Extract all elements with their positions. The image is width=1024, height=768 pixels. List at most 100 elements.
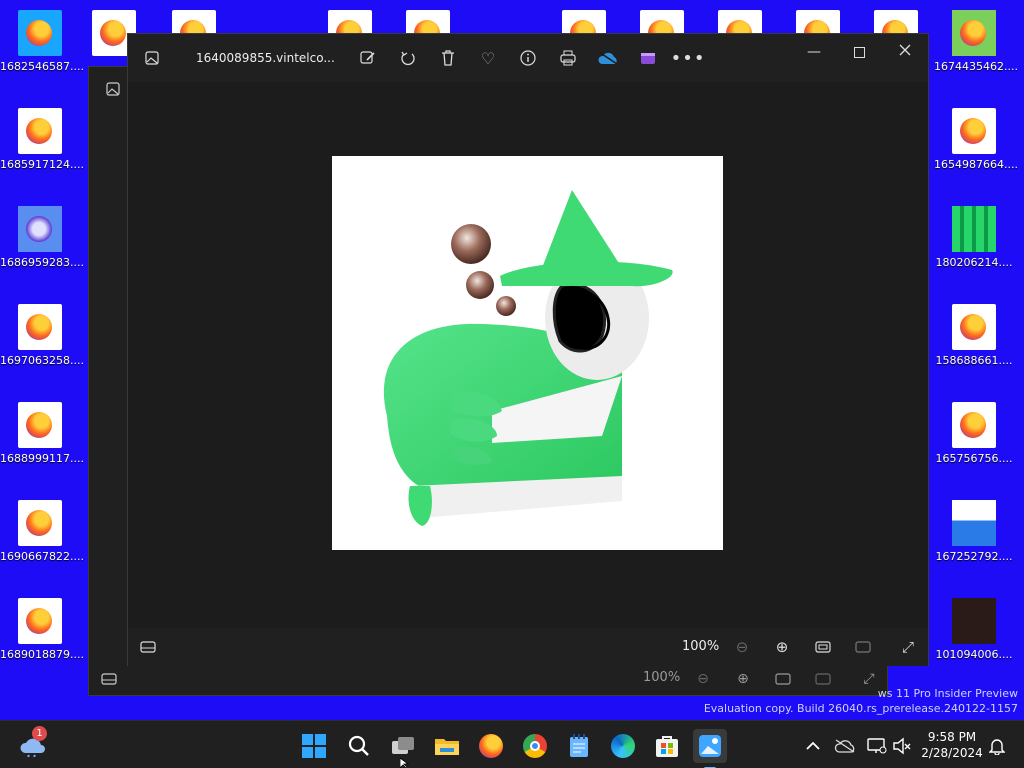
firefox-file-icon [18,402,62,448]
file-explorer-button[interactable] [430,729,464,763]
desktop-file-label: 1654987664.... [934,158,1018,171]
desktop-file-icon[interactable]: 1685917124.... [0,108,84,188]
evaluation-watermark: ws 11 Pro Insider Preview Evaluation cop… [704,686,1018,716]
desktop-file-icon[interactable]: 1654987664.... [934,108,1018,188]
edit-image-icon[interactable] [352,42,384,74]
zoom-level[interactable]: 100% [682,639,719,654]
search-button[interactable] [342,729,376,763]
file-name: 1640089855.vintelco... [196,51,335,65]
firefox-file-icon [18,304,62,350]
zoom-in-icon[interactable]: ⊕ [766,631,798,663]
firefox-file-icon [18,10,62,56]
desktop-file-label: 1697063258.... [0,354,84,367]
desktop-file-label: 165756756.... [935,452,1013,465]
title-bar[interactable]: 1640089855.vintelco... ♡ ••• — [128,34,928,82]
desktop-file-icon[interactable]: 1689018879.... [0,598,84,678]
desktop-file-label: 167252792.... [935,550,1013,563]
onedrive-tray-button[interactable] [828,729,862,763]
clock-time: 9:58 PM [927,730,977,744]
print-icon[interactable] [552,42,584,74]
firefox-icon [479,734,503,758]
character-illustration [383,190,673,526]
store-icon [656,736,678,757]
folder-icon [435,739,459,755]
favorite-icon[interactable]: ♡ [472,42,504,74]
gallery-icon[interactable] [97,73,129,105]
desktop-file-icon[interactable]: 1682546587.... [0,10,84,90]
clock[interactable]: 9:58 PM 2/28/2024 [916,729,988,761]
desktop-file-icon[interactable]: 167252792.... [934,500,1014,580]
show-hidden-icons-button[interactable] [796,729,830,763]
volume-button[interactable] [885,729,919,763]
notepad-icon [570,734,588,757]
desktop-file-icon[interactable]: 165756756.... [934,402,1014,482]
gallery-icon[interactable] [136,42,168,74]
image-file-icon [952,10,996,56]
desktop-file-label: 1688999117.... [0,452,84,465]
clock-date: 2/28/2024 [921,746,983,760]
notepad-button[interactable] [562,729,596,763]
filmstrip-icon[interactable] [132,631,164,663]
info-icon[interactable] [512,42,544,74]
more-options-icon[interactable]: ••• [671,42,705,74]
firefox-file-icon [952,402,996,448]
actual-size-icon[interactable] [847,631,879,663]
photos-app-icon [699,735,721,757]
desktop-file-label: 158688661.... [935,354,1013,367]
chrome-icon [523,734,547,758]
task-view-icon [392,737,414,754]
watermark-build: Evaluation copy. Build 26040.rs_prerelea… [703,702,1018,715]
image-file-icon [952,598,996,644]
store-button[interactable] [650,729,684,763]
onedrive-icon[interactable] [592,42,624,74]
desktop-file-icon[interactable]: 1686959283.... [0,206,84,286]
firefox-file-icon [18,108,62,154]
delete-icon[interactable] [432,42,464,74]
edge-icon [611,734,635,758]
onedrive-offline-icon [834,739,855,753]
desktop-file-label: 180206214.... [935,256,1013,269]
firefox-file-icon [952,304,996,350]
filmstrip-icon[interactable] [93,663,125,695]
notifications-button[interactable] [980,729,1014,763]
windows-logo-icon [302,734,326,758]
volume-muted-icon [893,737,911,755]
desktop-file-icon[interactable]: 1688999117.... [0,402,84,482]
firefox-file-icon [18,500,62,546]
start-button[interactable] [297,729,331,763]
desktop-file-icon[interactable]: 101094006.... [934,598,1014,678]
desktop-file-label: 1682546587.... [0,60,84,73]
network-icon [867,738,887,754]
desktop-file-label: 1685917124.... [0,158,84,171]
zoom-out-icon[interactable]: ⊖ [726,631,758,663]
desktop-file-icon[interactable]: 180206214.... [934,206,1014,286]
firefox-file-icon [952,108,996,154]
maximize-button[interactable] [843,36,875,68]
weather-widget[interactable]: 1 [16,726,50,763]
photos-button[interactable] [693,729,727,768]
fullscreen-icon[interactable]: ⤢ [892,631,924,663]
watermark-edition: ws 11 Pro Insider Preview [877,687,1018,700]
minimize-button[interactable]: — [798,36,830,68]
image-file-icon [952,206,996,252]
firefox-file-icon [18,598,62,644]
desktop-file-icon[interactable]: 1674435462.... [934,10,1018,90]
close-button[interactable] [889,34,921,66]
firefox-button[interactable] [474,729,508,763]
photos-window[interactable]: 1640089855.vintelco... ♡ ••• — 100% ⊖ ⊕ … [127,33,929,666]
chevron-up-icon [806,741,820,750]
chrome-button[interactable] [518,729,552,763]
desktop-file-icon[interactable]: 1697063258.... [0,304,84,384]
desktop-file-icon[interactable]: 158688661.... [934,304,1014,384]
desktop-file-label: 1690667822.... [0,550,84,563]
fit-to-window-icon[interactable] [807,631,839,663]
rotate-icon[interactable] [392,42,424,74]
zoom-level-back: 100% [643,670,681,685]
image-canvas[interactable] [332,156,723,550]
desktop-file-label: 101094006.... [935,648,1013,661]
search-icon [348,735,369,756]
clipchamp-icon[interactable] [632,42,664,74]
desktop-file-icon[interactable]: 1690667822.... [0,500,84,580]
edge-button[interactable] [606,729,640,763]
mouse-cursor-icon [400,758,410,768]
